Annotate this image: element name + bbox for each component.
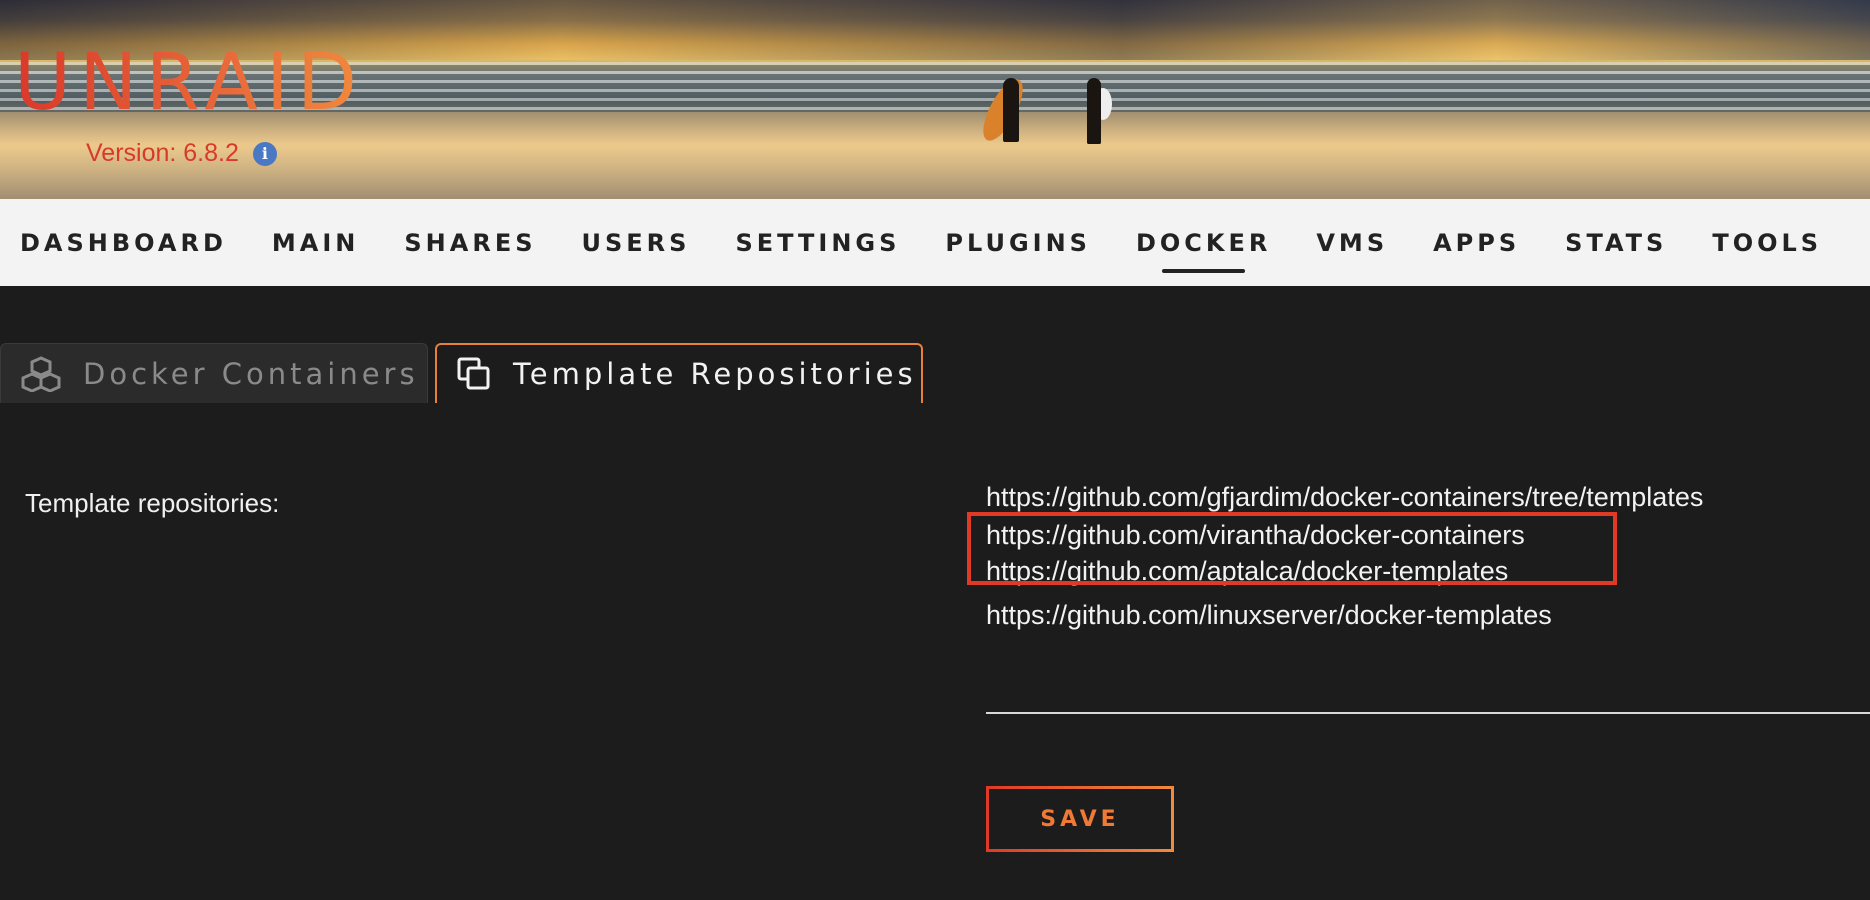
tab-docker-containers[interactable]: Docker Containers [0, 343, 428, 403]
nav-item-dashboard[interactable]: DASHBOARD [20, 229, 227, 257]
nav-item-docker[interactable]: DOCKER [1136, 229, 1271, 273]
header-banner: UNRAID Version: 6.8.2 i [0, 0, 1870, 199]
info-icon[interactable]: i [252, 141, 277, 166]
surfer-left [1003, 78, 1019, 142]
tab-template-repositories[interactable]: Template Repositories [435, 343, 923, 403]
nav-item-tools[interactable]: TOOLS [1712, 229, 1822, 257]
nav-item-settings[interactable]: SETTINGS [735, 229, 900, 257]
highlight-box [967, 512, 1617, 585]
template-repositories-label: Template repositories: [25, 488, 280, 518]
save-button[interactable]: SAVE [986, 786, 1174, 852]
nav-item-main[interactable]: MAIN [272, 229, 359, 257]
version-text: Version: 6.8.2 [86, 139, 239, 167]
tab-label-template-repositories: Template Repositories [513, 357, 917, 391]
cubes-icon [21, 355, 61, 392]
nav-item-plugins[interactable]: PLUGINS [945, 229, 1091, 257]
main-nav: DASHBOARD MAIN SHARES USERS SETTINGS PLU… [0, 199, 1870, 286]
tab-label-docker-containers: Docker Containers [83, 356, 419, 391]
repo-line: https://github.com/gfjardim/docker-conta… [986, 485, 1704, 512]
surfer-right [1087, 78, 1101, 144]
copy-icon [457, 357, 491, 391]
nav-item-shares[interactable]: SHARES [404, 229, 536, 257]
nav-item-stats[interactable]: STATS [1565, 229, 1667, 257]
nav-item-users[interactable]: USERS [582, 229, 691, 257]
unraid-logo[interactable]: UNRAID [14, 44, 365, 122]
nav-item-apps[interactable]: APPS [1433, 229, 1520, 257]
repo-line: https://github.com/linuxserver/docker-te… [986, 600, 1552, 630]
nav-item-vms[interactable]: VMS [1316, 229, 1388, 257]
version-info: Version: 6.8.2 i [86, 139, 277, 168]
textarea-underline [986, 712, 1870, 714]
